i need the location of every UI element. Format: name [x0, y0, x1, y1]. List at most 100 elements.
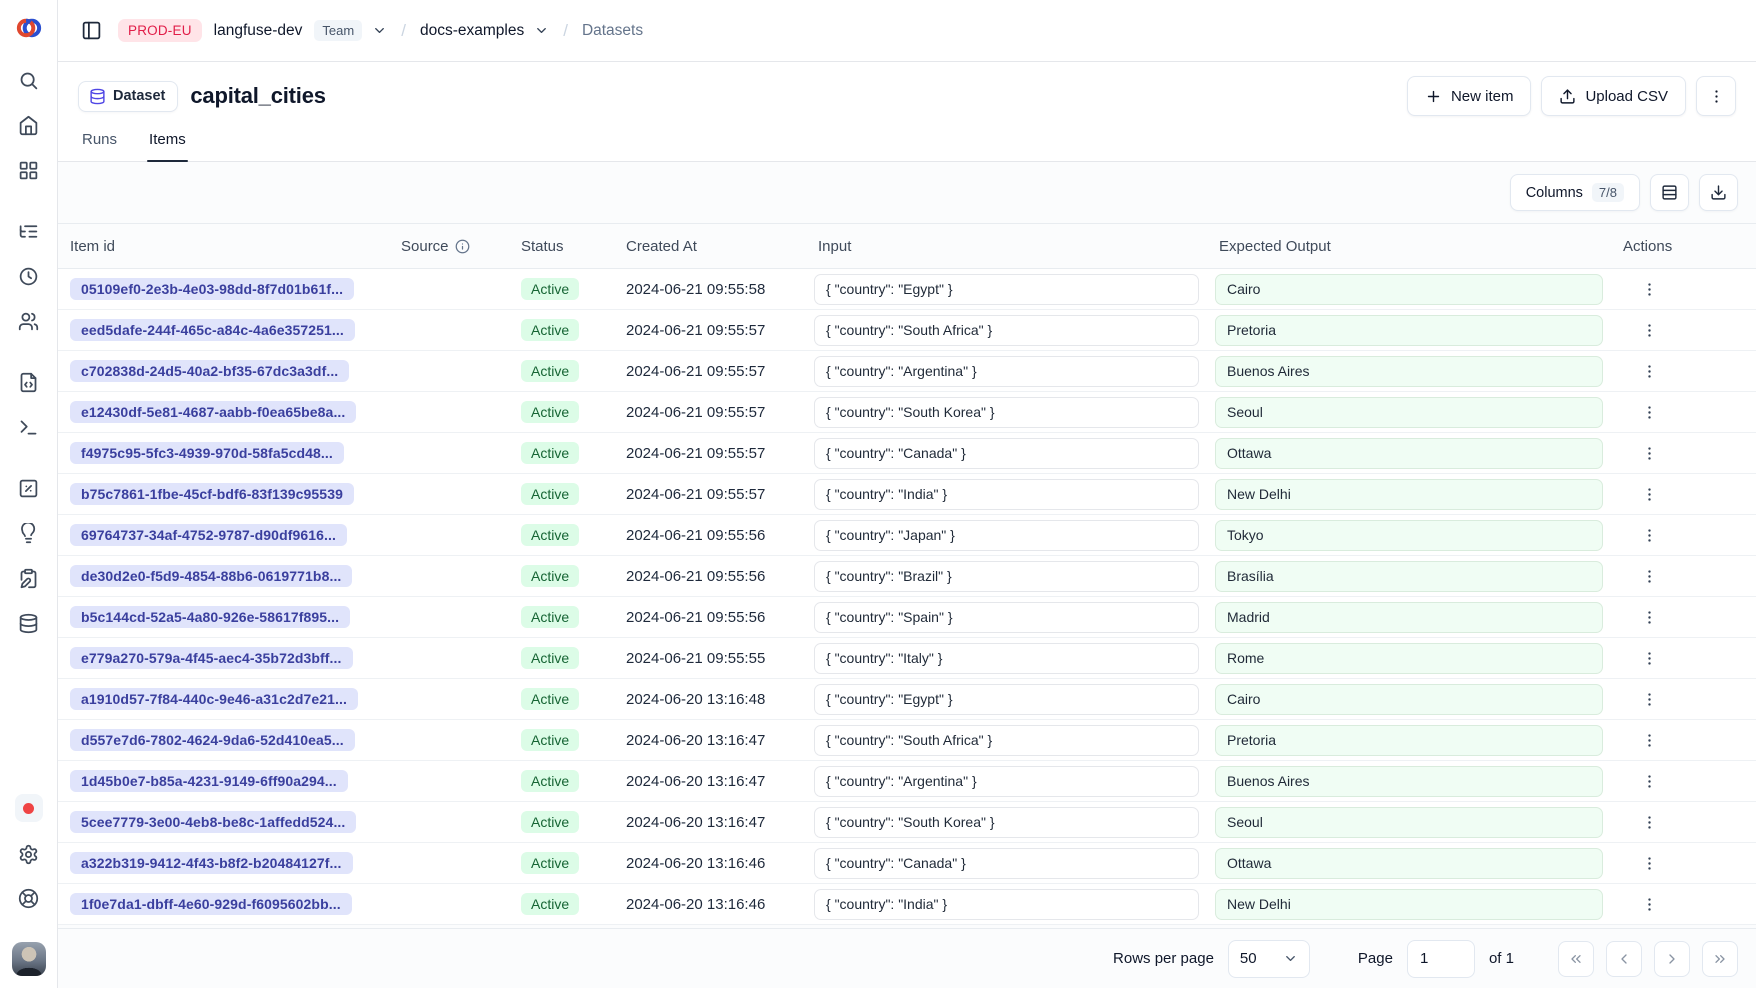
expected-output-box[interactable]: New Delhi [1215, 889, 1603, 920]
item-id-badge[interactable]: 1d45b0e7-b85a-4231-9149-6ff90a294... [70, 770, 348, 792]
expected-output-box[interactable]: Madrid [1215, 602, 1603, 633]
page-number-input[interactable] [1407, 940, 1475, 978]
row-actions-menu-button[interactable] [1635, 357, 1663, 385]
table-row[interactable]: c702838d-24d5-40a2-bf35-67dc3a3df... Act… [58, 351, 1756, 392]
header-more-menu-button[interactable] [1696, 76, 1736, 116]
search-icon[interactable] [17, 68, 41, 92]
expected-output-box[interactable]: Pretoria [1215, 725, 1603, 756]
sidebar-toggle-icon[interactable] [76, 16, 106, 46]
breadcrumb-org[interactable]: langfuse-dev [214, 22, 303, 40]
input-value-box[interactable]: { "country": "South Africa" } [814, 315, 1199, 346]
expected-output-box[interactable]: Rome [1215, 643, 1603, 674]
support-lifebuoy-icon[interactable] [17, 886, 41, 910]
row-actions-menu-button[interactable] [1635, 480, 1663, 508]
table-row[interactable]: e779a270-579a-4f45-aec4-35b72d3bff... Ac… [58, 638, 1756, 679]
dashboard-icon[interactable] [17, 158, 41, 182]
previous-page-button[interactable] [1606, 941, 1642, 977]
input-value-box[interactable]: { "country": "Italy" } [814, 643, 1199, 674]
row-actions-menu-button[interactable] [1635, 603, 1663, 631]
item-id-badge[interactable]: a322b319-9412-4f43-b8f2-b20484127f... [70, 852, 353, 874]
item-id-badge[interactable]: 05109ef0-2e3b-4e03-98dd-8f7d01b61f... [70, 278, 354, 300]
expected-output-box[interactable]: Cairo [1215, 274, 1603, 305]
project-chevron-down-icon[interactable] [534, 23, 549, 38]
row-actions-menu-button[interactable] [1635, 439, 1663, 467]
breadcrumb-project[interactable]: docs-examples [420, 22, 524, 40]
users-icon[interactable] [17, 309, 41, 333]
prompts-file-icon[interactable] [17, 370, 41, 394]
row-actions-menu-button[interactable] [1635, 890, 1663, 918]
input-value-box[interactable]: { "country": "Egypt" } [814, 274, 1199, 305]
input-value-box[interactable]: { "country": "Argentina" } [814, 356, 1199, 387]
first-page-button[interactable] [1558, 941, 1594, 977]
home-icon[interactable] [17, 113, 41, 137]
row-height-button[interactable] [1650, 174, 1689, 211]
input-value-box[interactable]: { "country": "Canada" } [814, 438, 1199, 469]
table-row[interactable]: e12430df-5e81-4687-aabb-f0ea65be8a... Ac… [58, 392, 1756, 433]
row-actions-menu-button[interactable] [1635, 726, 1663, 754]
new-item-button[interactable]: New item [1407, 76, 1532, 116]
recording-indicator[interactable] [15, 794, 43, 822]
item-id-badge[interactable]: e12430df-5e81-4687-aabb-f0ea65be8a... [70, 401, 356, 423]
expected-output-box[interactable]: Buenos Aires [1215, 356, 1603, 387]
item-id-badge[interactable]: a1910d57-7f84-440c-9e46-a31c2d7e21... [70, 688, 358, 710]
columns-button[interactable]: Columns 7/8 [1510, 174, 1640, 211]
input-value-box[interactable]: { "country": "Argentina" } [814, 766, 1199, 797]
next-page-button[interactable] [1654, 941, 1690, 977]
row-actions-menu-button[interactable] [1635, 849, 1663, 877]
input-value-box[interactable]: { "country": "Canada" } [814, 848, 1199, 879]
tab-runs[interactable]: Runs [80, 122, 119, 161]
table-row[interactable]: a1910d57-7f84-440c-9e46-a31c2d7e21... Ac… [58, 679, 1756, 720]
tab-items[interactable]: Items [147, 122, 188, 161]
upload-csv-button[interactable]: Upload CSV [1541, 76, 1686, 116]
expected-output-box[interactable]: Buenos Aires [1215, 766, 1603, 797]
insights-lightbulb-icon[interactable] [17, 521, 41, 545]
expected-output-box[interactable]: New Delhi [1215, 479, 1603, 510]
rows-per-page-select[interactable]: 50 [1228, 940, 1310, 978]
item-id-badge[interactable]: 1f0e7da1-dbff-4e60-929d-f6095602bb... [70, 893, 352, 915]
item-id-badge[interactable]: 5cee7779-3e00-4eb8-be8c-1affedd524... [70, 811, 356, 833]
item-id-badge[interactable]: f4975c95-5fc3-4939-970d-58fa5cd48... [70, 442, 344, 464]
row-actions-menu-button[interactable] [1635, 275, 1663, 303]
item-id-badge[interactable]: c702838d-24d5-40a2-bf35-67dc3a3df... [70, 360, 349, 382]
row-actions-menu-button[interactable] [1635, 398, 1663, 426]
export-download-button[interactable] [1699, 174, 1738, 211]
info-icon[interactable] [455, 239, 470, 254]
input-value-box[interactable]: { "country": "Egypt" } [814, 684, 1199, 715]
table-row[interactable]: 05109ef0-2e3b-4e03-98dd-8f7d01b61f... Ac… [58, 269, 1756, 310]
table-row[interactable]: f4975c95-5fc3-4939-970d-58fa5cd48... Act… [58, 433, 1756, 474]
expected-output-box[interactable]: Seoul [1215, 807, 1603, 838]
row-actions-menu-button[interactable] [1635, 521, 1663, 549]
input-value-box[interactable]: { "country": "South Korea" } [814, 397, 1199, 428]
row-actions-menu-button[interactable] [1635, 767, 1663, 795]
tracing-icon[interactable] [17, 219, 41, 243]
input-value-box[interactable]: { "country": "Spain" } [814, 602, 1199, 633]
row-actions-menu-button[interactable] [1635, 316, 1663, 344]
table-row[interactable]: 1d45b0e7-b85a-4231-9149-6ff90a294... Act… [58, 761, 1756, 802]
expected-output-box[interactable]: Cairo [1215, 684, 1603, 715]
langfuse-logo[interactable] [15, 14, 43, 42]
datasets-database-icon[interactable] [17, 611, 41, 635]
row-actions-menu-button[interactable] [1635, 644, 1663, 672]
evaluation-percent-icon[interactable] [17, 476, 41, 500]
input-value-box[interactable]: { "country": "Japan" } [814, 520, 1199, 551]
item-id-badge[interactable]: b75c7861-1fbe-45cf-bdf6-83f139c95539 [70, 483, 354, 505]
item-id-badge[interactable]: d557e7d6-7802-4624-9da6-52d410ea5... [70, 729, 355, 751]
playground-terminal-icon[interactable] [17, 415, 41, 439]
table-row[interactable]: b75c7861-1fbe-45cf-bdf6-83f139c95539 Act… [58, 474, 1756, 515]
input-value-box[interactable]: { "country": "India" } [814, 889, 1199, 920]
item-id-badge[interactable]: 69764737-34af-4752-9787-d90df9616... [70, 524, 347, 546]
input-value-box[interactable]: { "country": "India" } [814, 479, 1199, 510]
annotation-clipboard-pen-icon[interactable] [17, 566, 41, 590]
table-row[interactable]: 5cee7779-3e00-4eb8-be8c-1affedd524... Ac… [58, 802, 1756, 843]
expected-output-box[interactable]: Pretoria [1215, 315, 1603, 346]
table-row[interactable]: b5c144cd-52a5-4a80-926e-58617f895... Act… [58, 597, 1756, 638]
item-id-badge[interactable]: eed5dafe-244f-465c-a84c-4a6e357251... [70, 319, 355, 341]
user-avatar[interactable] [12, 942, 46, 976]
expected-output-box[interactable]: Ottawa [1215, 848, 1603, 879]
item-id-badge[interactable]: b5c144cd-52a5-4a80-926e-58617f895... [70, 606, 350, 628]
item-id-badge[interactable]: de30d2e0-f5d9-4854-88b6-0619771b8... [70, 565, 352, 587]
expected-output-box[interactable]: Brasília [1215, 561, 1603, 592]
expected-output-box[interactable]: Ottawa [1215, 438, 1603, 469]
sessions-clock-icon[interactable] [17, 264, 41, 288]
table-row[interactable]: d557e7d6-7802-4624-9da6-52d410ea5... Act… [58, 720, 1756, 761]
